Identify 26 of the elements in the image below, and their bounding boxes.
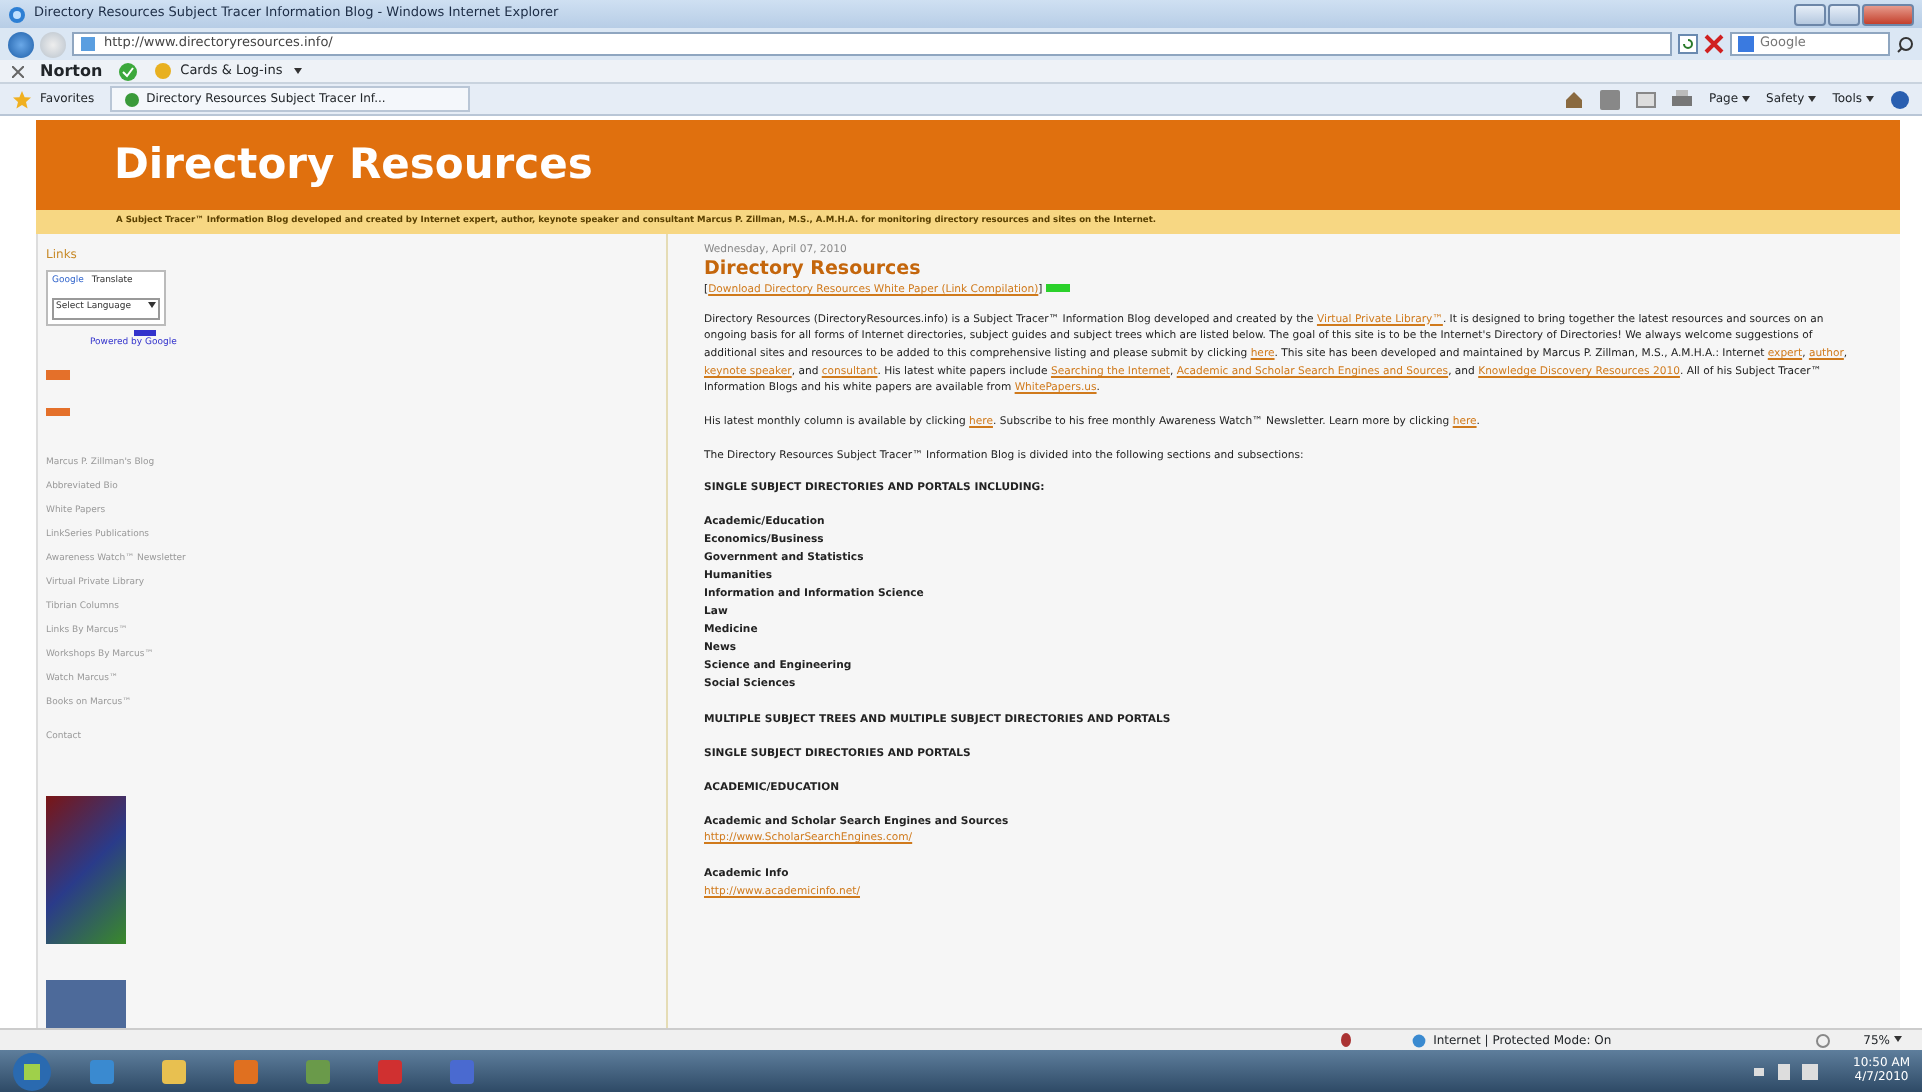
back-button[interactable] — [8, 31, 34, 57]
book-covers-placeholder[interactable] — [46, 795, 126, 944]
minimize-button[interactable] — [1794, 3, 1826, 25]
start-button-icon[interactable] — [12, 1051, 52, 1091]
globe-icon — [1411, 1033, 1426, 1047]
page-icon — [80, 36, 96, 52]
check-circle-icon[interactable] — [118, 61, 139, 81]
refresh-icon[interactable] — [1678, 34, 1698, 54]
search-engine-icon — [1738, 36, 1754, 52]
mail-icon[interactable] — [1636, 91, 1657, 107]
star-icon — [12, 89, 32, 109]
maximize-button[interactable] — [1828, 3, 1860, 25]
search-icon[interactable] — [1896, 35, 1914, 53]
post-title[interactable]: Directory Resources — [704, 260, 1860, 282]
printer-icon[interactable] — [1672, 90, 1693, 108]
stop-icon[interactable] — [1704, 34, 1724, 54]
card-icon — [154, 62, 173, 80]
norton-button[interactable]: Norton — [40, 59, 103, 83]
help-icon[interactable] — [1890, 89, 1910, 109]
page-icon — [124, 91, 141, 107]
close-icon[interactable] — [12, 65, 24, 77]
book-cover-placeholder[interactable] — [46, 979, 126, 1028]
zoom-icon[interactable] — [1815, 1033, 1832, 1047]
site-title[interactable]: Directory Resources — [114, 133, 593, 197]
close-button[interactable] — [1862, 3, 1914, 25]
home-icon[interactable] — [1564, 89, 1585, 109]
